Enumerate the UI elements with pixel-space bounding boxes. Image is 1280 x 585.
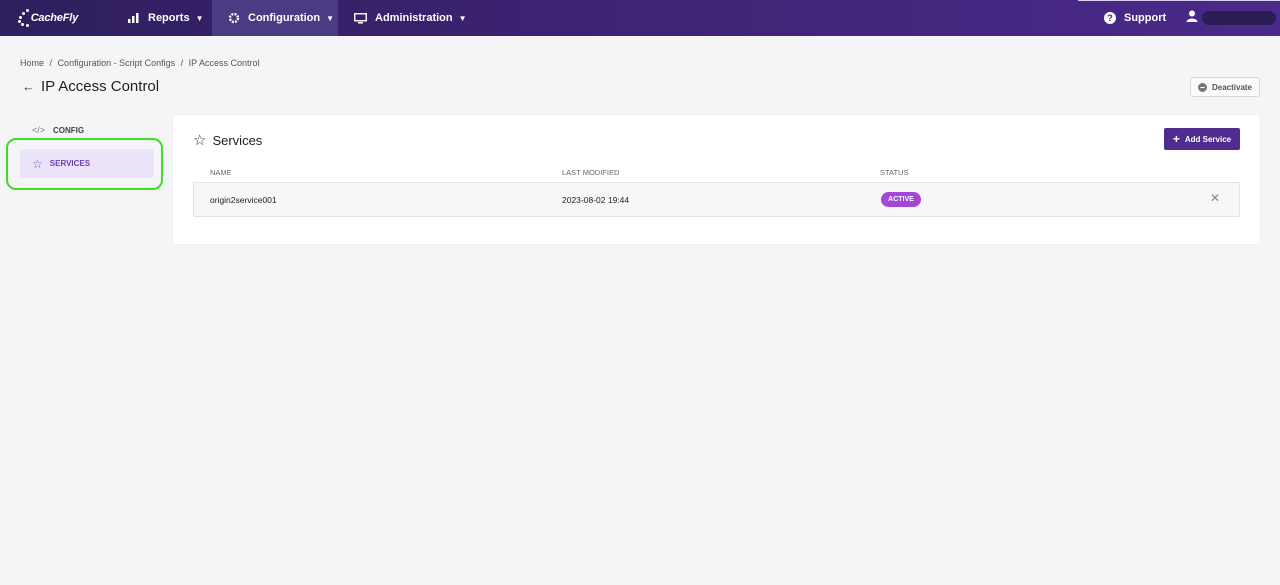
- code-icon: </>: [32, 125, 46, 135]
- page-title: IP Access Control: [41, 78, 160, 95]
- breadcrumb-separator: /: [180, 58, 184, 68]
- nav-support-label: Support: [1124, 12, 1167, 24]
- chevron-down-icon: ▼: [195, 13, 204, 23]
- deactivate-label: Deactivate: [1211, 82, 1253, 92]
- nav-administration[interactable]: Administration ▼: [354, 0, 467, 36]
- sidebar-item-config[interactable]: </> CONFIG: [32, 125, 84, 135]
- bar-chart-icon: [128, 13, 140, 23]
- star-icon: ☆: [193, 132, 207, 149]
- breadcrumb-current: IP Access Control: [188, 58, 260, 68]
- sidebar-item-services[interactable]: ☆ SERVICES: [20, 149, 154, 178]
- column-header-status[interactable]: STATUS: [880, 168, 908, 177]
- user-icon: [1186, 9, 1198, 27]
- status-badge: ACTIVE: [881, 192, 921, 207]
- close-icon[interactable]: ✕: [1210, 191, 1220, 205]
- last-modified: 2023-08-02 19:44: [562, 195, 630, 205]
- gear-icon: [228, 12, 240, 24]
- logo-mark-icon: [18, 9, 30, 27]
- services-card: ☆ Services + Add Service NAME LAST MODIF…: [173, 115, 1260, 244]
- nav-reports[interactable]: Reports ▼: [128, 0, 203, 36]
- breadcrumb-separator: /: [49, 58, 53, 68]
- nav-administration-label: Administration: [375, 12, 453, 24]
- breadcrumb-home[interactable]: Home: [20, 58, 44, 68]
- back-arrow-icon[interactable]: ←: [22, 79, 35, 94]
- logo-text: CacheFly: [30, 12, 79, 24]
- monitor-icon: [354, 12, 367, 24]
- sidebar-item-label: CONFIG: [53, 125, 85, 135]
- services-title: ☆ Services: [193, 131, 262, 149]
- nav-configuration-label: Configuration: [248, 12, 321, 24]
- table-row[interactable]: origin2service001 2023-08-02 19:44 ACTIV…: [193, 182, 1240, 217]
- chevron-down-icon: ▼: [458, 13, 467, 23]
- question-circle-icon: ?: [1104, 12, 1116, 24]
- services-title-label: Services: [212, 132, 263, 148]
- deactivate-button[interactable]: – Deactivate: [1190, 77, 1260, 97]
- top-nav: CacheFly Reports ▼ Configuration ▼ Admin…: [0, 0, 1280, 36]
- user-name-redacted: [1202, 11, 1276, 25]
- service-name[interactable]: origin2service001: [210, 195, 277, 205]
- sidebar-item-label: SERVICES: [49, 159, 91, 168]
- cachefly-logo[interactable]: CacheFly: [18, 7, 78, 29]
- nav-configuration[interactable]: Configuration ▼: [212, 0, 338, 36]
- star-icon: ☆: [32, 156, 43, 171]
- minus-circle-icon: –: [1197, 81, 1207, 92]
- add-service-label: Add Service: [1184, 134, 1232, 144]
- add-service-button[interactable]: + Add Service: [1164, 128, 1240, 150]
- nav-reports-label: Reports: [148, 12, 190, 24]
- breadcrumb-script-configs[interactable]: Configuration - Script Configs: [58, 58, 176, 68]
- column-header-last-modified[interactable]: LAST MODIFIED: [562, 168, 619, 177]
- breadcrumb: Home / Configuration - Script Configs / …: [20, 58, 263, 68]
- column-header-name[interactable]: NAME: [210, 168, 232, 177]
- page-header: ← IP Access Control: [22, 78, 159, 95]
- chevron-down-icon: ▼: [326, 13, 335, 23]
- plus-icon: +: [1172, 132, 1180, 146]
- user-menu[interactable]: [1186, 0, 1276, 36]
- nav-support[interactable]: ? Support: [1104, 0, 1166, 36]
